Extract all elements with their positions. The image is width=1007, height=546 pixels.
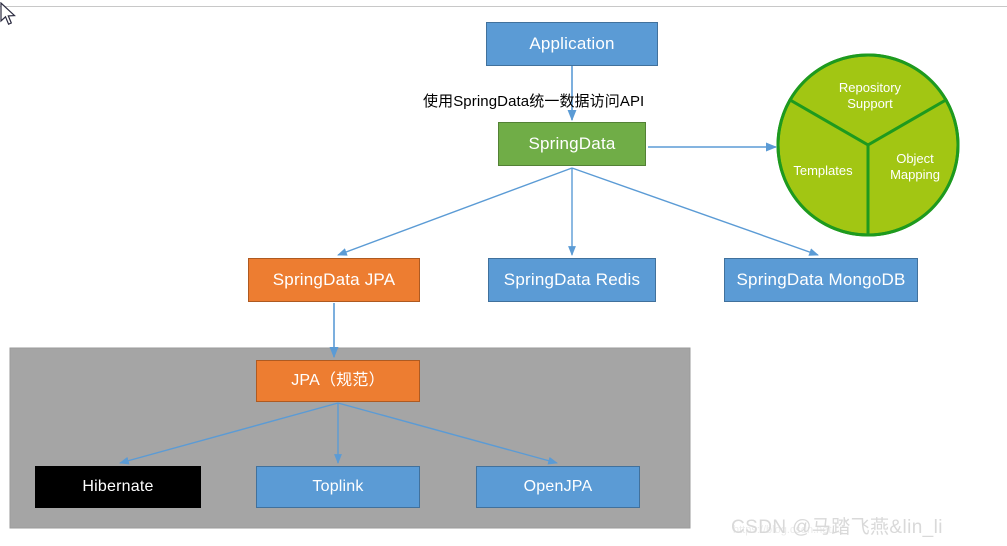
node-springdata-jpa[interactable]: SpringData JPA <box>248 258 420 302</box>
pie-label-object-mapping: Object Mapping <box>890 151 940 183</box>
node-openjpa[interactable]: OpenJPA <box>476 466 640 508</box>
node-springdata-redis[interactable]: SpringData Redis <box>488 258 656 302</box>
pie-label-repository-support: Repository Support <box>838 80 902 112</box>
node-toplink[interactable]: Toplink <box>256 466 420 508</box>
connector-springdata-to-jpa <box>337 167 573 256</box>
connector-springdata-to-mongodb <box>571 167 819 256</box>
watermark-author: CSDN @马踏飞燕&lin_li <box>731 517 943 538</box>
diagram-canvas: Application SpringData SpringData JPA Sp… <box>0 0 1007 546</box>
pie-label-templates: Templates <box>793 163 853 178</box>
node-application[interactable]: Application <box>486 22 658 66</box>
node-hibernate[interactable]: Hibernate <box>35 466 201 508</box>
node-springdata[interactable]: SpringData <box>498 122 646 166</box>
annotation-unified-data-access-api: 使用SpringData统一数据访问API <box>423 93 645 110</box>
mouse-cursor-icon <box>0 2 16 25</box>
node-springdata-mongodb[interactable]: SpringData MongoDB <box>724 258 918 302</box>
node-jpa-specification[interactable]: JPA（规范） <box>256 360 420 402</box>
